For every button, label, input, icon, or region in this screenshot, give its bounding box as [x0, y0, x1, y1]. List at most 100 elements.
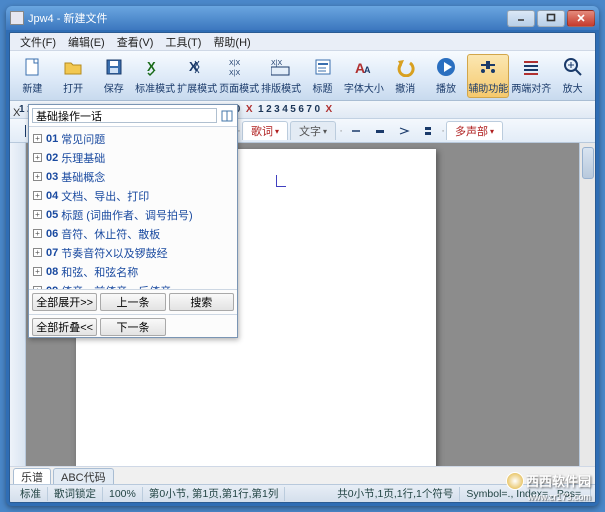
zoom-in-icon: [562, 56, 584, 78]
expand-icon[interactable]: +: [33, 172, 42, 181]
help-btn-下一条[interactable]: 下一条: [100, 318, 165, 336]
help-item-label: 文档、导出、打印: [61, 188, 149, 204]
help-item-02[interactable]: +02乐理基础: [33, 148, 233, 167]
std-mode-icon: [144, 56, 166, 78]
menu-文件(F)[interactable]: 文件(F): [14, 32, 62, 52]
caret-icon: [276, 175, 286, 187]
half-rest-icon[interactable]: [369, 121, 391, 141]
help-button-row-1: 全部展开>>上一条搜索: [29, 289, 237, 314]
expand-icon[interactable]: +: [33, 267, 42, 276]
book-icon[interactable]: [220, 109, 234, 123]
save-button[interactable]: 保存: [94, 54, 133, 98]
help-item-label: 节奏音符X以及锣鼓经: [61, 245, 167, 261]
minimize-button[interactable]: [507, 10, 535, 27]
help-item-03[interactable]: +03基础概念: [33, 167, 233, 186]
undo-icon: [394, 56, 416, 78]
expand-icon[interactable]: +: [33, 210, 42, 219]
help-tree[interactable]: +01常见问题+02乐理基础+03基础概念+04文档、导出、打印+05标题 (词…: [29, 127, 237, 289]
std-mode-button[interactable]: 标准模式: [135, 54, 175, 98]
help-item-label: 倚音、前倚音、后倚音: [61, 283, 171, 290]
ruler-unit: X: [326, 104, 333, 115]
help-item-label: 常见问题: [61, 131, 105, 147]
dropdown-icon: ▾: [323, 127, 327, 136]
open-icon: [62, 56, 84, 78]
assist-button[interactable]: 辅助功能: [467, 54, 509, 98]
page-mode-button[interactable]: 页面模式: [219, 54, 259, 98]
ext-mode-button[interactable]: 扩展模式: [177, 54, 217, 98]
panel-x-label: X: [13, 107, 20, 119]
maximize-button[interactable]: [537, 10, 565, 27]
tab-voices[interactable]: 多声部▾: [446, 121, 503, 140]
maximize-icon: [546, 13, 556, 23]
ruler-unit: X: [246, 104, 253, 115]
dash-icon[interactable]: [345, 121, 367, 141]
zoom-in-label: 放大: [563, 80, 583, 95]
help-btn-全部展开>>[interactable]: 全部展开>>: [32, 293, 97, 311]
assist-icon: [477, 56, 499, 78]
fine-icon[interactable]: [417, 121, 439, 141]
undo-button[interactable]: 撤消: [386, 54, 425, 98]
open-button[interactable]: 打开: [54, 54, 93, 98]
tab-lyrics[interactable]: 歌词▾: [242, 121, 288, 140]
help-item-num: 02: [46, 152, 58, 164]
tab-text[interactable]: 文字▾: [290, 121, 336, 140]
align-both-icon: [520, 56, 542, 78]
statusbar: 标准 歌词锁定 100% 第0小节, 第1页,第1行,第1列 共0小节,1页,1…: [10, 484, 595, 502]
zoom-in-button[interactable]: 放大: [553, 54, 592, 98]
vertical-ruler: [10, 143, 26, 466]
std-mode-label: 标准模式: [135, 80, 175, 95]
help-item-label: 和弦、和弦名称: [61, 264, 138, 280]
page-mode-label: 页面模式: [219, 80, 259, 95]
help-item-num: 09: [46, 285, 58, 290]
menu-帮助(H)[interactable]: 帮助(H): [207, 32, 256, 52]
status-zoom[interactable]: 100%: [103, 487, 143, 501]
menu-查看(V)[interactable]: 查看(V): [111, 32, 160, 52]
window-title: Jpw4 - 新建文件: [28, 10, 505, 26]
close-icon: [576, 13, 586, 23]
align-both-button[interactable]: 两端对齐: [511, 54, 551, 98]
vertical-scrollbar[interactable]: [579, 143, 595, 466]
help-btn-全部折叠<<[interactable]: 全部折叠<<: [32, 318, 97, 336]
dropdown-icon: ▾: [275, 127, 279, 136]
new-icon: [21, 56, 43, 78]
expand-icon[interactable]: +: [33, 248, 42, 257]
accent-icon[interactable]: [393, 121, 415, 141]
help-item-04[interactable]: +04文档、导出、打印: [33, 186, 233, 205]
help-item-07[interactable]: +07节奏音符X以及锣鼓经: [33, 243, 233, 262]
scroll-thumb[interactable]: [582, 147, 594, 179]
expand-icon[interactable]: +: [33, 191, 42, 200]
expand-icon[interactable]: +: [33, 286, 42, 289]
menu-工具(T)[interactable]: 工具(T): [159, 32, 207, 52]
assist-label: 辅助功能: [468, 80, 508, 95]
layout-mode-button[interactable]: 排版模式: [261, 54, 301, 98]
help-btn-搜索[interactable]: 搜索: [169, 293, 234, 311]
help-item-06[interactable]: +06音符、休止符、散板: [33, 224, 233, 243]
tab-score[interactable]: 乐谱: [13, 468, 51, 484]
close-button[interactable]: [567, 10, 595, 27]
status-mode: 标准: [14, 487, 48, 501]
play-label: 播放: [436, 80, 456, 95]
help-item-01[interactable]: +01常见问题: [33, 129, 233, 148]
tab-abc-code[interactable]: ABC代码: [53, 468, 114, 484]
help-item-num: 07: [46, 247, 58, 259]
help-item-05[interactable]: +05标题 (词曲作者、调号拍号): [33, 205, 233, 224]
minimize-icon: [516, 13, 526, 23]
help-panel[interactable]: +01常见问题+02乐理基础+03基础概念+04文档、导出、打印+05标题 (词…: [28, 104, 238, 338]
status-location: 第0小节, 第1页,第1行,第1列: [143, 487, 286, 501]
layout-mode-icon: [270, 56, 292, 78]
dropdown-icon: ▾: [490, 127, 494, 136]
expand-icon[interactable]: +: [33, 153, 42, 162]
expand-icon[interactable]: +: [33, 229, 42, 238]
play-button[interactable]: 播放: [427, 54, 466, 98]
help-search-input[interactable]: [32, 108, 217, 123]
ext-mode-label: 扩展模式: [177, 80, 217, 95]
help-item-08[interactable]: +08和弦、和弦名称: [33, 262, 233, 281]
help-btn-上一条[interactable]: 上一条: [100, 293, 165, 311]
expand-icon[interactable]: +: [33, 134, 42, 143]
help-item-num: 08: [46, 266, 58, 278]
help-item-09[interactable]: +09倚音、前倚音、后倚音: [33, 281, 233, 289]
menu-编辑(E)[interactable]: 编辑(E): [62, 32, 111, 52]
title-button[interactable]: 标题: [303, 54, 342, 98]
new-button[interactable]: 新建: [13, 54, 52, 98]
font-size-button[interactable]: 字体大小: [344, 54, 384, 98]
